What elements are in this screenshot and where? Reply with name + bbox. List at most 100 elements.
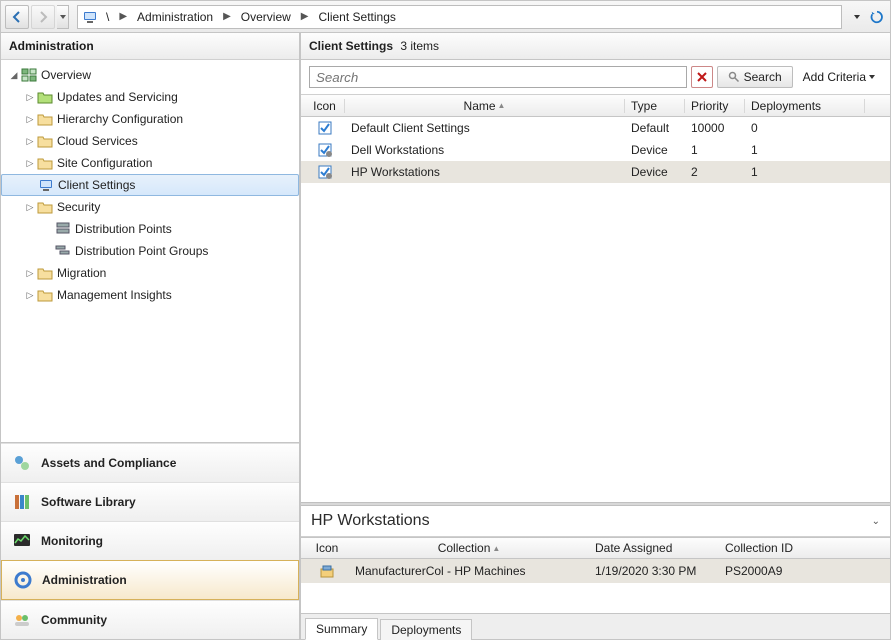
- expand-icon[interactable]: ▷: [23, 114, 37, 125]
- nav-tree[interactable]: ◢ Overview ▷ Updates and Servicing ▷ Hie…: [1, 60, 299, 442]
- tab-deployments[interactable]: Deployments: [380, 619, 472, 640]
- tree-item-security[interactable]: ▷ Security: [1, 196, 299, 218]
- tree-item-client-settings[interactable]: Client Settings: [1, 174, 299, 196]
- tree-root-overview[interactable]: ◢ Overview: [1, 64, 299, 86]
- client-settings-icon: [38, 177, 54, 193]
- drow-icon: [305, 563, 349, 579]
- dcol-header-icon[interactable]: Icon: [305, 541, 349, 555]
- add-criteria-label: Add Criteria: [803, 70, 866, 84]
- nav-header: Administration: [1, 33, 299, 60]
- folder-icon: [37, 155, 53, 171]
- cell-priority: 1: [685, 143, 745, 157]
- collapse-icon[interactable]: ◢: [7, 70, 21, 81]
- detail-grid-header[interactable]: Icon Collection▲ Date Assigned Collectio…: [301, 537, 890, 559]
- list-title-bar: Client Settings 3 items: [301, 33, 890, 60]
- content-pane: Client Settings 3 items Search Add Crite…: [301, 33, 890, 639]
- workspace-label: Community: [41, 613, 107, 627]
- breadcrumb-root[interactable]: \: [100, 10, 115, 24]
- grid-empty-area: [301, 183, 890, 502]
- tab-summary[interactable]: Summary: [305, 618, 378, 640]
- search-input[interactable]: [309, 66, 687, 88]
- workspace-assets-compliance[interactable]: Assets and Compliance: [1, 443, 299, 482]
- detail-title: HP Workstations: [311, 512, 430, 530]
- grid-row[interactable]: Dell Workstations Device 1 1: [301, 139, 890, 161]
- workspace-label: Assets and Compliance: [41, 456, 176, 470]
- folder-icon: [37, 265, 53, 281]
- admin-icon: [12, 569, 34, 591]
- detail-empty-area: [301, 583, 890, 613]
- col-header-type[interactable]: Type: [625, 99, 685, 113]
- expand-icon[interactable]: ▷: [23, 290, 37, 301]
- dcell-collection: ManufacturerCol - HP Machines: [349, 564, 589, 578]
- nav-back-button[interactable]: [5, 5, 29, 29]
- tree-item-distribution-points[interactable]: Distribution Points: [1, 218, 299, 240]
- tree-item-updates-servicing[interactable]: ▷ Updates and Servicing: [1, 86, 299, 108]
- breadcrumb-bar[interactable]: \ ▶ Administration ▶ Overview ▶ Client S…: [77, 5, 842, 29]
- breadcrumb-segment[interactable]: Overview: [235, 10, 297, 24]
- chevron-down-icon: [868, 73, 876, 81]
- grid-row-selected[interactable]: HP Workstations Device 2 1: [301, 161, 890, 183]
- library-icon: [11, 491, 33, 513]
- workspace-monitoring[interactable]: Monitoring: [1, 521, 299, 560]
- search-button[interactable]: Search: [717, 66, 793, 88]
- tree-item-migration[interactable]: ▷ Migration: [1, 262, 299, 284]
- folder-icon: [37, 111, 53, 127]
- tree-label: Overview: [41, 68, 91, 82]
- expand-icon[interactable]: ▷: [23, 158, 37, 169]
- add-criteria-dropdown[interactable]: Add Criteria: [797, 70, 882, 84]
- workspace-software-library[interactable]: Software Library: [1, 482, 299, 521]
- workspace-community[interactable]: Community: [1, 600, 299, 639]
- col-header-deployments[interactable]: Deployments: [745, 99, 865, 113]
- dcol-header-date[interactable]: Date Assigned: [589, 541, 719, 555]
- breadcrumb-segment[interactable]: Administration: [131, 10, 219, 24]
- detail-header: HP Workstations ⌄: [301, 506, 890, 536]
- breadcrumb-dropdown[interactable]: [848, 5, 866, 29]
- sort-asc-icon: ▲: [498, 101, 506, 110]
- clear-search-button[interactable]: [691, 66, 713, 88]
- tree-label: Updates and Servicing: [57, 90, 178, 104]
- refresh-button[interactable]: [868, 5, 886, 29]
- grid-header-row[interactable]: Icon Name▲ Type Priority Deployments: [301, 95, 890, 117]
- workspace-label: Administration: [42, 573, 127, 587]
- workspace-administration[interactable]: Administration: [1, 560, 299, 600]
- dcol-header-collection[interactable]: Collection▲: [349, 541, 589, 555]
- detail-row[interactable]: ManufacturerCol - HP Machines 1/19/2020 …: [301, 559, 890, 583]
- search-button-label: Search: [744, 70, 782, 84]
- cell-priority: 10000: [685, 121, 745, 135]
- tree-item-site-config[interactable]: ▷ Site Configuration: [1, 152, 299, 174]
- col-header-name[interactable]: Name▲: [345, 99, 625, 113]
- expand-icon[interactable]: ▷: [23, 202, 37, 213]
- chevron-right-icon: ▶: [221, 11, 233, 22]
- navigation-pane: Administration ◢ Overview ▷ Updates and …: [1, 33, 301, 639]
- expand-icon[interactable]: ▷: [23, 268, 37, 279]
- client-settings-grid[interactable]: Icon Name▲ Type Priority Deployments Def…: [301, 94, 890, 502]
- cell-name: HP Workstations: [345, 165, 625, 179]
- server-icon: [55, 221, 71, 237]
- list-title: Client Settings: [309, 39, 393, 53]
- dcol-header-collection-id[interactable]: Collection ID: [719, 541, 879, 555]
- workspace-switcher: Assets and Compliance Software Library M…: [1, 442, 299, 639]
- cell-type: Device: [625, 143, 685, 157]
- deployments-grid[interactable]: Icon Collection▲ Date Assigned Collectio…: [301, 536, 890, 613]
- grid-row[interactable]: Default Client Settings Default 10000 0: [301, 117, 890, 139]
- nav-forward-button[interactable]: [31, 5, 55, 29]
- tree-item-management-insights[interactable]: ▷ Management Insights: [1, 284, 299, 306]
- breadcrumb-segment[interactable]: Client Settings: [313, 10, 402, 24]
- folder-icon: [37, 89, 53, 105]
- nav-history-dropdown[interactable]: [57, 5, 69, 29]
- detail-collapse-icon[interactable]: ⌄: [872, 516, 880, 527]
- tree-item-hierarchy-config[interactable]: ▷ Hierarchy Configuration: [1, 108, 299, 130]
- tree-item-cloud-services[interactable]: ▷ Cloud Services: [1, 130, 299, 152]
- cell-deployments: 1: [745, 165, 865, 179]
- tree-item-distribution-point-groups[interactable]: Distribution Point Groups: [1, 240, 299, 262]
- folder-icon: [37, 287, 53, 303]
- row-icon: [305, 142, 345, 158]
- dcell-date: 1/19/2020 3:30 PM: [589, 564, 719, 578]
- expand-icon[interactable]: ▷: [23, 136, 37, 147]
- col-header-priority[interactable]: Priority: [685, 99, 745, 113]
- monitoring-icon: [11, 530, 33, 552]
- search-row: Search Add Criteria: [301, 60, 890, 94]
- col-header-icon[interactable]: Icon: [305, 99, 345, 113]
- expand-icon[interactable]: ▷: [23, 92, 37, 103]
- cell-deployments: 1: [745, 143, 865, 157]
